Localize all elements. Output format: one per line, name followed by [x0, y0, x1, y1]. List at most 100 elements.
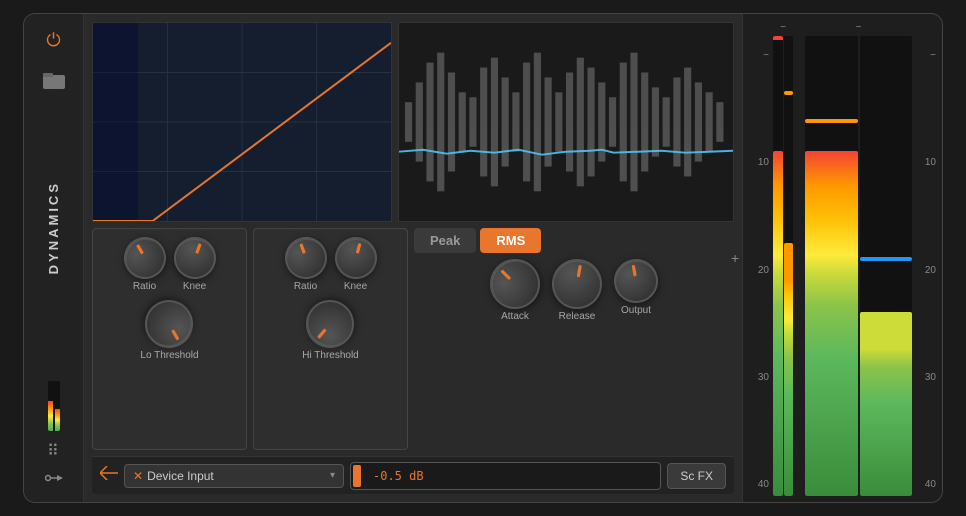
right-controls: Peak RMS Attack Release	[414, 228, 734, 450]
orange-indicator-2a	[805, 119, 858, 123]
route-icon[interactable]	[45, 471, 63, 490]
waveform-svg	[399, 23, 733, 221]
attack-release-row: Attack Release Output	[414, 259, 734, 322]
release-knob[interactable]	[548, 255, 606, 313]
lo-section: Ratio Knee Lo Threshold	[92, 228, 247, 450]
vu-label-top-left: −	[749, 50, 769, 61]
orange-indicator-1	[784, 91, 794, 95]
route-bottom-svg	[100, 466, 118, 480]
mini-meter-fill-right	[55, 409, 60, 432]
lo-knee-label: Knee	[183, 281, 206, 292]
power-button[interactable]: ⏻	[40, 26, 68, 54]
add-channel-left-icon[interactable]: +	[731, 250, 739, 266]
hi-ratio-group: Ratio	[285, 237, 327, 292]
sidebar: ⏻ DYNAMICS ⠿	[24, 14, 84, 502]
vu-label-30-left: 30	[749, 372, 769, 383]
hi-threshold-knob[interactable]	[297, 290, 365, 358]
output-label: Output	[621, 305, 651, 316]
db-display: -0.5 dB	[350, 462, 661, 490]
scfx-button[interactable]: Sc FX	[667, 463, 726, 489]
vu-group-2: −	[805, 20, 912, 496]
vu-fill-1b	[784, 243, 794, 496]
attack-knob[interactable]	[480, 249, 551, 320]
lo-knee-knob[interactable]	[168, 231, 222, 285]
hi-knee-label: Knee	[344, 281, 367, 292]
vu-group-1: −	[773, 20, 793, 496]
rms-button[interactable]: RMS	[480, 228, 541, 253]
hi-knee-knob[interactable]	[330, 232, 381, 283]
device-input-dropdown[interactable]: ✕ Device Input ▾	[124, 464, 344, 488]
vu-fill-2b	[860, 312, 913, 496]
vu-labels-left: − 10 20 30 40	[749, 20, 769, 496]
release-group: Release	[552, 259, 602, 322]
device-name-label: Device Input	[147, 469, 326, 483]
lo-ratio-knob[interactable]	[116, 229, 173, 286]
main-content: Ratio Knee Lo Threshold	[84, 14, 742, 502]
mini-meter-fill-left	[48, 401, 53, 431]
vu-labels-right: − 10 20 30 40	[916, 20, 936, 496]
vu-label-10-right: 10	[916, 157, 936, 168]
db-value-label: -0.5 dB	[373, 469, 424, 483]
peak-button[interactable]: Peak	[414, 228, 476, 253]
blue-indicator-2b	[860, 257, 913, 261]
route-bottom-icon	[100, 466, 118, 485]
release-label: Release	[559, 311, 596, 322]
vu-label-40-left: 40	[749, 479, 769, 490]
attack-label: Attack	[501, 311, 529, 322]
vu-label-40-right: 40	[916, 479, 936, 490]
vu-label-top-right: −	[916, 50, 936, 61]
vu-label-20-left: 20	[749, 265, 769, 276]
vu-bars-narrow	[773, 36, 793, 496]
db-bar	[353, 465, 361, 487]
lo-knob-row: Ratio Knee	[124, 237, 216, 292]
waveform-panel	[398, 22, 734, 222]
bottom-bar: ✕ Device Input ▾ -0.5 dB Sc FX	[92, 456, 734, 494]
vu-fill-2a	[805, 151, 858, 496]
lo-knee-group: Knee	[174, 237, 216, 292]
device-x-icon[interactable]: ✕	[133, 469, 143, 483]
output-knob[interactable]	[611, 256, 662, 307]
lo-ratio-group: Ratio	[124, 237, 166, 292]
hi-knob-row: Ratio Knee	[285, 237, 377, 292]
hi-ratio-knob[interactable]	[279, 231, 333, 285]
folder-icon	[43, 71, 65, 89]
hi-threshold-label: Hi Threshold	[302, 350, 359, 361]
vu-bar-2a	[805, 36, 858, 496]
chevron-down-icon: ▾	[330, 470, 335, 481]
lo-threshold-knob[interactable]	[137, 291, 203, 357]
vu-bar-2b	[860, 36, 913, 496]
hi-threshold-group: Hi Threshold	[302, 300, 359, 361]
lo-ratio-label: Ratio	[133, 281, 156, 292]
hi-ratio-label: Ratio	[294, 281, 317, 292]
lo-threshold-label: Lo Threshold	[140, 350, 198, 361]
mini-meter-left	[48, 381, 60, 431]
power-icon: ⏻	[46, 30, 60, 51]
controls-row: Ratio Knee Lo Threshold	[92, 228, 734, 450]
dots-icon[interactable]: ⠿	[47, 441, 60, 461]
vu-fill-1a	[773, 151, 783, 496]
lo-threshold-group: Lo Threshold	[140, 300, 198, 361]
vu-bar-1a	[773, 36, 783, 496]
vu-label-10-left: 10	[749, 157, 769, 168]
vu-bar-1b	[784, 36, 794, 496]
hi-section: Ratio Knee Hi Threshold	[253, 228, 408, 450]
folder-button[interactable]	[40, 66, 68, 94]
vu-bars-wide	[805, 36, 912, 496]
vu-spacer	[797, 20, 801, 496]
top-row	[92, 22, 734, 222]
output-group: Output	[614, 259, 658, 316]
route-svg	[45, 471, 63, 485]
transfer-curve-svg	[93, 23, 391, 221]
peak-rms-row: Peak RMS	[414, 228, 734, 253]
red-indicator-1	[773, 36, 783, 40]
graph-panel	[92, 22, 392, 222]
sidebar-bottom: ⠿	[45, 381, 63, 490]
vu-section: + − 10 20 30 40 −	[742, 14, 942, 502]
plugin-container: ⏻ DYNAMICS ⠿	[23, 13, 943, 503]
plugin-label: DYNAMICS	[46, 181, 61, 274]
vu-top-minus-2: −	[856, 20, 862, 36]
vu-label-30-right: 30	[916, 372, 936, 383]
attack-group: Attack	[490, 259, 540, 322]
vu-top-minus-1: −	[780, 20, 786, 36]
hi-knee-group: Knee	[335, 237, 377, 292]
